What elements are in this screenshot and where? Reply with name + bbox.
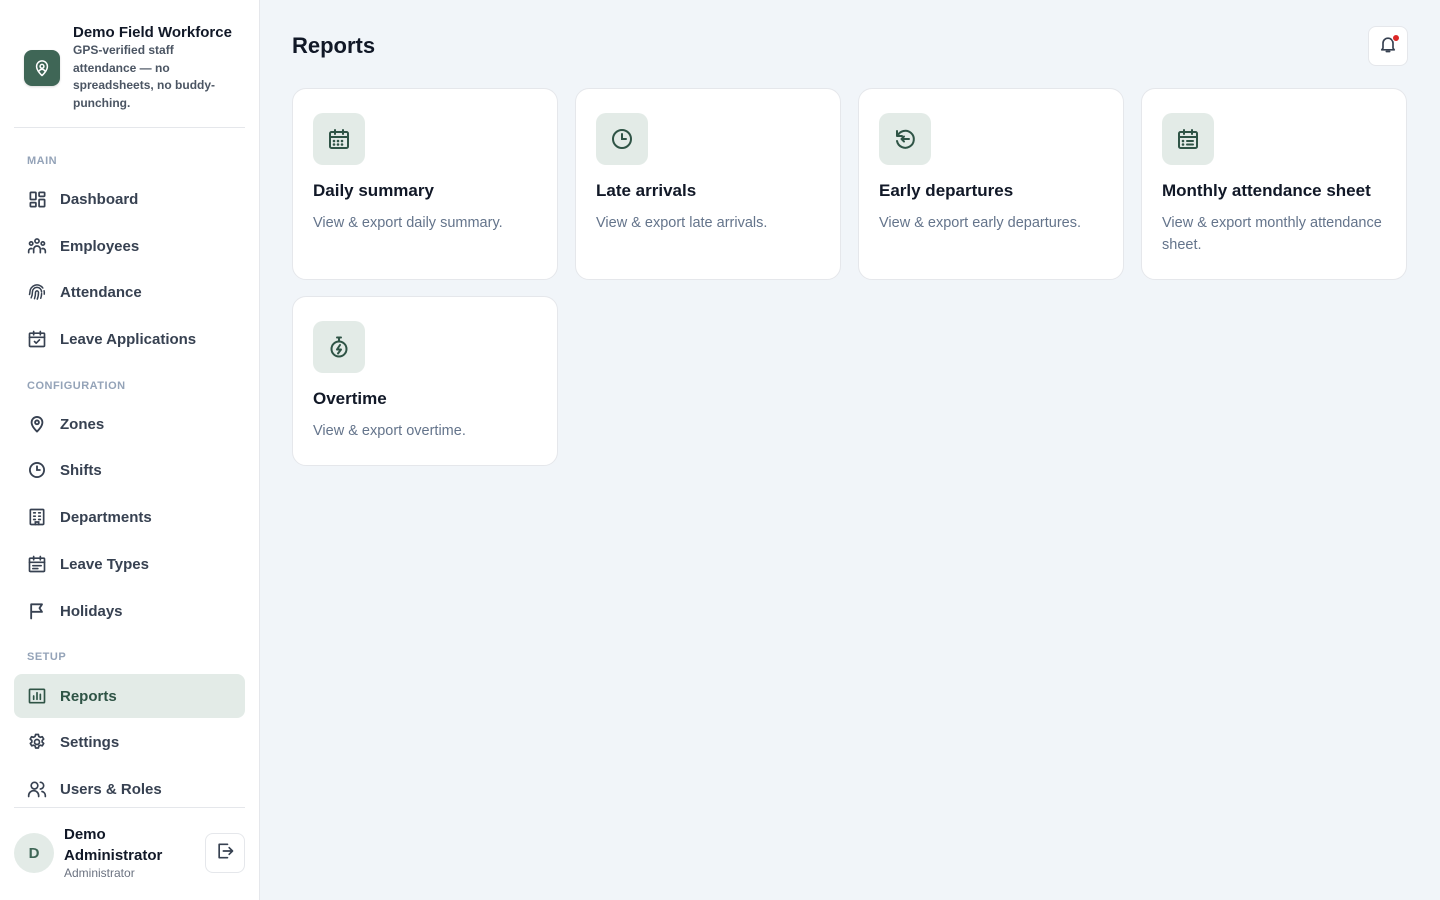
user-panel: D Demo Administrator Administrator bbox=[14, 807, 245, 900]
calendar-check-icon bbox=[27, 329, 47, 349]
sidebar-item-label: Employees bbox=[60, 237, 140, 255]
calendar-list-icon bbox=[1162, 113, 1214, 165]
sidebar-item-leave-applications[interactable]: Leave Applications bbox=[14, 317, 245, 361]
user-role: Administrator bbox=[64, 866, 135, 880]
notifications-button[interactable] bbox=[1368, 26, 1408, 66]
sidebar-item-label: Reports bbox=[60, 687, 117, 705]
sidebar-item-label: Attendance bbox=[60, 283, 142, 301]
report-card-early-departures[interactable]: Early departures View & export early dep… bbox=[858, 88, 1124, 280]
bar-chart-icon bbox=[27, 686, 47, 706]
sidebar-item-employees[interactable]: Employees bbox=[14, 224, 245, 268]
sidebar-item-label: Departments bbox=[60, 508, 152, 526]
logout-button[interactable] bbox=[205, 833, 245, 873]
sidebar-item-dashboard[interactable]: Dashboard bbox=[14, 177, 245, 221]
users-group-icon bbox=[27, 236, 47, 256]
sidebar-item-zones[interactable]: Zones bbox=[14, 402, 245, 446]
sidebar-item-label: Users & Roles bbox=[60, 780, 162, 798]
section-label-main: MAIN bbox=[27, 155, 58, 167]
report-card-daily-summary[interactable]: Daily summary View & export daily summar… bbox=[292, 88, 558, 280]
section-label-configuration: CONFIGURATION bbox=[27, 380, 126, 392]
stopwatch-icon bbox=[313, 321, 365, 373]
report-card-overtime[interactable]: Overtime View & export overtime. bbox=[292, 296, 558, 466]
report-card-description: View & export daily summary. bbox=[313, 215, 503, 231]
sidebar-item-label: Zones bbox=[60, 415, 105, 433]
sidebar-item-holidays[interactable]: Holidays bbox=[14, 589, 245, 633]
calendar-list-icon bbox=[27, 554, 47, 574]
map-pin-icon bbox=[27, 414, 47, 434]
section-label-setup: SETUP bbox=[27, 651, 67, 663]
report-card-description: View & export early departures. bbox=[879, 215, 1082, 231]
notification-badge bbox=[1392, 34, 1400, 42]
building-icon bbox=[27, 507, 47, 527]
history-icon bbox=[879, 113, 931, 165]
sidebar-item-users-roles[interactable]: Users & Roles bbox=[14, 767, 245, 811]
brand-subtitle: GPS-verified staff attendance — no sprea… bbox=[73, 43, 216, 110]
sidebar-item-label: Dashboard bbox=[60, 190, 139, 208]
sidebar-item-settings[interactable]: Settings bbox=[14, 720, 245, 764]
report-card-description: View & export monthly attendance sheet. bbox=[1162, 215, 1382, 253]
report-card-title: Late arrivals bbox=[596, 181, 697, 200]
flag-icon bbox=[27, 601, 47, 621]
brand: Demo Field Workforce GPS-verified staff … bbox=[14, 18, 245, 128]
fingerprint-icon bbox=[27, 282, 47, 302]
gear-icon bbox=[27, 732, 47, 752]
sidebar: Demo Field Workforce GPS-verified staff … bbox=[0, 0, 260, 900]
sidebar-item-label: Settings bbox=[60, 733, 120, 751]
sidebar-item-label: Leave Applications bbox=[60, 330, 197, 348]
avatar: D bbox=[14, 833, 54, 873]
calendar-icon bbox=[313, 113, 365, 165]
sidebar-item-label: Holidays bbox=[60, 602, 123, 620]
dashboard-icon bbox=[27, 189, 47, 209]
logout-icon bbox=[215, 841, 235, 866]
sidebar-item-label: Leave Types bbox=[60, 555, 149, 573]
sidebar-item-reports[interactable]: Reports bbox=[14, 674, 245, 718]
report-card-description: View & export overtime. bbox=[313, 423, 466, 439]
report-card-late-arrivals[interactable]: Late arrivals View & export late arrival… bbox=[575, 88, 841, 280]
clock-icon bbox=[596, 113, 648, 165]
clock-icon bbox=[27, 460, 47, 480]
report-card-description: View & export late arrivals. bbox=[596, 215, 768, 231]
report-card-title: Early departures bbox=[879, 181, 1014, 200]
report-card-monthly-attendance-sheet[interactable]: Monthly attendance sheet View & export m… bbox=[1141, 88, 1407, 280]
user-name: Demo Administrator bbox=[64, 826, 163, 864]
sidebar-item-attendance[interactable]: Attendance bbox=[14, 270, 245, 314]
sidebar-item-leave-types[interactable]: Leave Types bbox=[14, 542, 245, 586]
sidebar-item-label: Shifts bbox=[60, 461, 102, 479]
report-card-title: Daily summary bbox=[313, 181, 434, 200]
report-card-title: Monthly attendance sheet bbox=[1162, 181, 1371, 200]
map-pin-icon bbox=[24, 50, 60, 86]
user-roles-icon bbox=[27, 779, 47, 799]
page-title: Reports bbox=[292, 33, 376, 58]
sidebar-item-shifts[interactable]: Shifts bbox=[14, 448, 245, 492]
brand-title: Demo Field Workforce bbox=[73, 24, 232, 41]
report-card-title: Overtime bbox=[313, 389, 387, 408]
sidebar-item-departments[interactable]: Departments bbox=[14, 495, 245, 539]
